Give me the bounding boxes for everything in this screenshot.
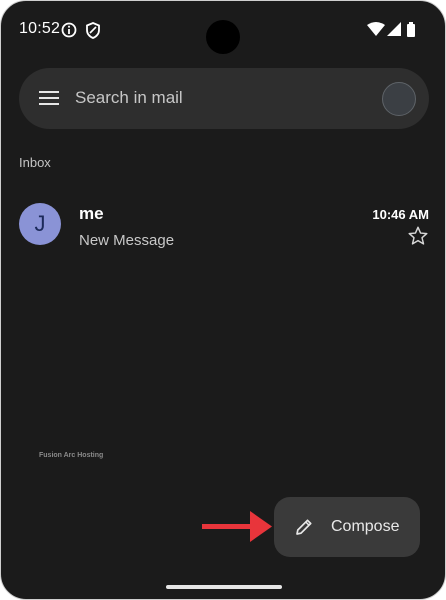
status-time: 10:52 — [19, 20, 61, 37]
phone-screen: 10:52 Search in mail Inbox J me New Mess… — [0, 0, 446, 600]
sender-name: me — [79, 204, 104, 223]
mailbox-label: Inbox — [19, 155, 51, 170]
status-icons-left — [61, 21, 101, 44]
sender-avatar[interactable]: J — [19, 203, 61, 245]
menu-icon[interactable] — [39, 90, 59, 111]
info-icon — [61, 22, 77, 38]
wifi-icon — [367, 22, 385, 36]
status-icons-right — [367, 21, 417, 44]
camera-cutout — [206, 20, 240, 54]
search-bar[interactable]: Search in mail — [19, 68, 429, 129]
search-input[interactable]: Search in mail — [75, 88, 183, 108]
annotation-arrow-icon — [202, 507, 274, 552]
account-avatar[interactable] — [382, 82, 416, 116]
email-list-item[interactable]: J me New Message 10:46 AM — [1, 191, 445, 263]
watermark: Fusion Arc Hosting — [39, 452, 104, 459]
compose-button[interactable]: Compose — [274, 497, 420, 557]
compose-label: Compose — [331, 518, 400, 535]
shield-icon — [86, 22, 100, 39]
home-indicator[interactable] — [166, 585, 282, 589]
battery-icon — [407, 22, 415, 37]
star-icon[interactable] — [407, 225, 429, 252]
email-subject: New Message — [79, 232, 175, 249]
signal-icon — [387, 22, 401, 36]
pencil-icon — [294, 517, 314, 542]
email-time: 10:46 AM — [372, 207, 429, 222]
